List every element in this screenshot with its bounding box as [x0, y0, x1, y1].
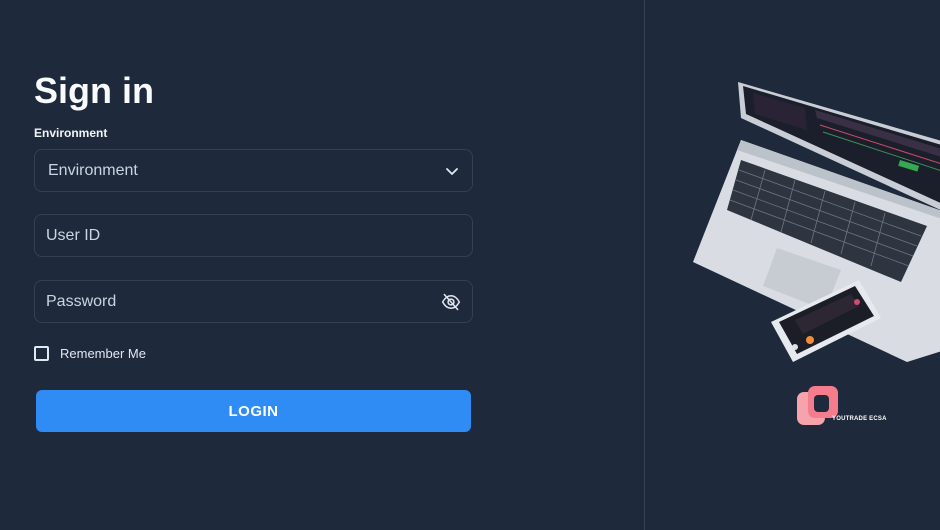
illustration-panel: YOUTRADE ECSA [645, 0, 940, 530]
user-id-field[interactable]: User ID [34, 214, 473, 257]
environment-label: Environment [34, 126, 108, 140]
environment-select[interactable]: Environment [34, 149, 473, 192]
environment-selected-value: Environment [48, 161, 138, 179]
sign-in-panel: Sign in Environment Environment User ID … [0, 0, 644, 530]
password-placeholder: Password [46, 292, 117, 310]
chevron-down-icon [446, 168, 458, 175]
login-button[interactable]: LOGIN [36, 390, 471, 432]
remember-me[interactable]: Remember Me [34, 346, 146, 361]
remember-me-checkbox[interactable] [34, 346, 49, 361]
remember-me-label: Remember Me [60, 346, 146, 361]
page-title: Sign in [34, 70, 154, 111]
brand-name: YOUTRADE ECSA [832, 416, 887, 422]
user-id-placeholder: User ID [46, 226, 101, 244]
laptop-phone-illustration [693, 82, 940, 425]
password-field[interactable]: Password [34, 280, 473, 323]
eye-off-icon[interactable] [441, 292, 461, 312]
